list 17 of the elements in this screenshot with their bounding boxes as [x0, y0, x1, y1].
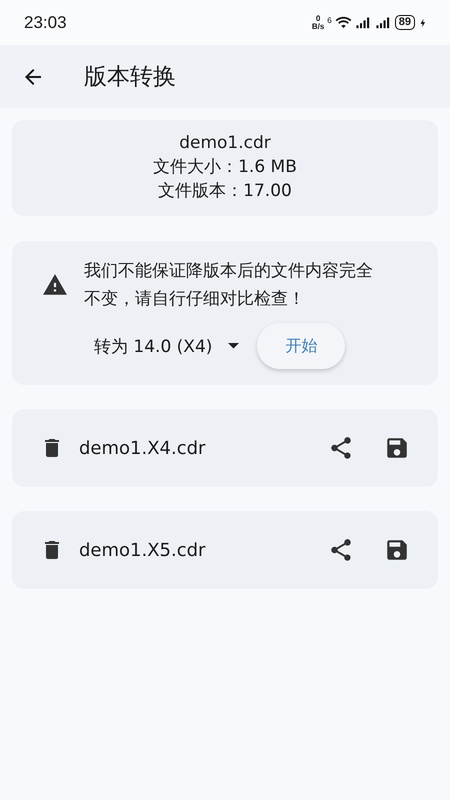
warning-text: 我们不能保证降版本后的文件内容完全不变，请自行仔细对比检查！ — [84, 260, 374, 311]
file-detail: 文件大小：1.6 MB — [153, 156, 297, 178]
file-detail: 文件版本：17.00 — [158, 180, 292, 202]
dropdown-caret-icon — [228, 343, 240, 349]
clock-time: 23:03 — [24, 12, 67, 32]
output-file-name: demo1.X5.cdr — [79, 540, 206, 560]
wifi-standard-label: 6 — [327, 16, 332, 25]
file-name: demo1.cdr — [179, 132, 271, 154]
warning-icon — [42, 272, 68, 298]
wifi-icon — [334, 14, 352, 31]
network-speed-unit: B/s — [312, 22, 324, 30]
battery-level: 89 — [394, 15, 415, 30]
start-button[interactable]: 开始 — [257, 323, 346, 369]
output-file-name: demo1.X4.cdr — [79, 438, 206, 458]
version-dropdown[interactable]: 转为 14.0 (X4) — [94, 328, 240, 364]
network-speed-value: 0 — [316, 14, 320, 22]
page-title: 版本转换 — [84, 63, 176, 92]
